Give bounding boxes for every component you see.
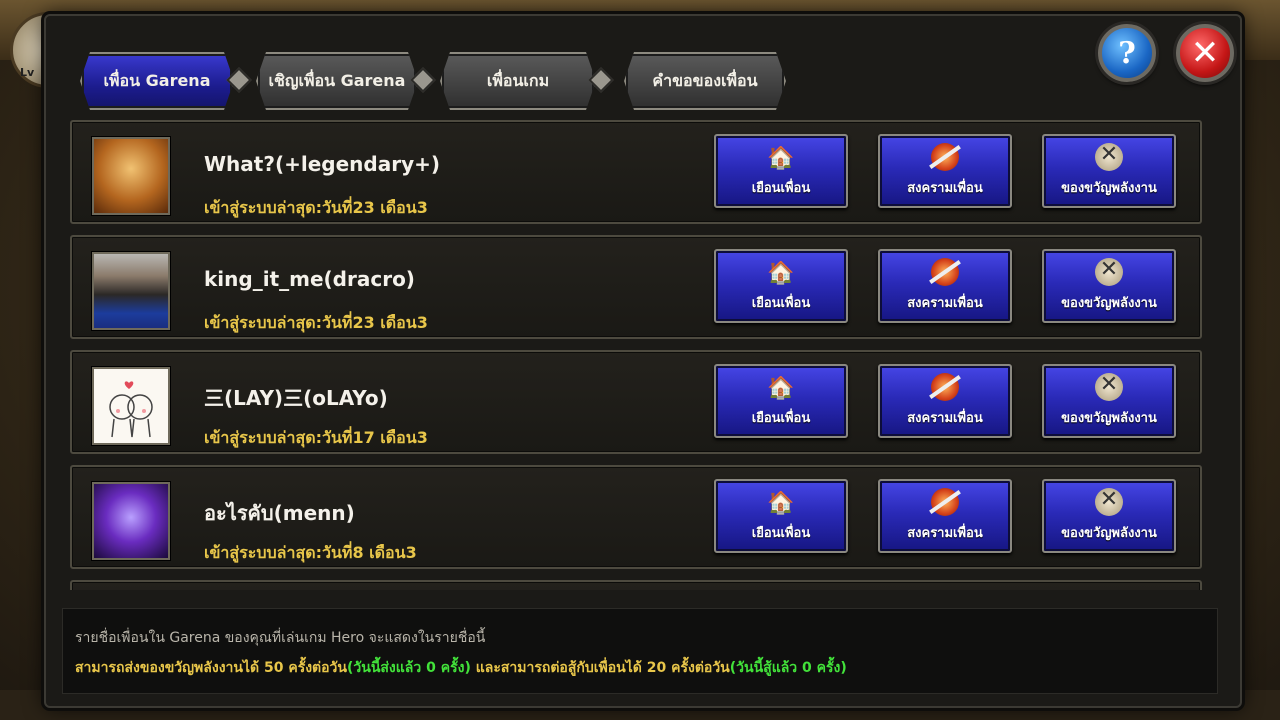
footer-note: รายชื่อเพื่อนใน Garena ของคุณที่เล่นเกม … — [75, 630, 486, 646]
tab-label: เพื่อนเกม — [486, 70, 550, 90]
button-label: สงครามเพื่อน — [907, 411, 983, 426]
button-label: เยือนเพื่อน — [751, 526, 811, 541]
crossed-swords-icon: ✕ — [1095, 488, 1123, 516]
gift-limit-text: สามารถส่งของขวัญพลังงานได้ 50 ครั้งต่อวั… — [75, 660, 347, 676]
last-login-text: เข้าสู่ระบบล่าสุด:วันที่8 เดือน3 — [204, 543, 417, 562]
tab-label: เพื่อน Garena — [103, 70, 211, 90]
friend-name: king_it_me(dracro) — [204, 267, 415, 291]
tab-label: เชิญเพื่อน Garena — [268, 70, 406, 90]
button-label: เยือนเพื่อน — [751, 296, 811, 311]
sword-fire-icon — [931, 373, 959, 401]
button-label: ของขวัญพลังงาน — [1061, 526, 1157, 541]
button-label: เยือนเพื่อน — [751, 411, 811, 426]
friend-war-button[interactable]: สงครามเพื่อน — [878, 479, 1012, 553]
sword-fire-icon — [931, 258, 959, 286]
friend-avatar[interactable] — [92, 252, 170, 330]
fight-count: (วันนี้สู้แล้ว 0 ครั้ง) — [729, 660, 847, 676]
friend-name: อะไรคับ(menn) — [204, 501, 355, 525]
energy-gift-button[interactable]: ✕ ของขวัญพลังงาน — [1042, 479, 1176, 553]
friend-war-button[interactable]: สงครามเพื่อน — [878, 364, 1012, 438]
friend-list[interactable]: What?(+legendary+) เข้าสู่ระบบล่าสุด:วัน… — [70, 118, 1202, 590]
tab-label: คำขอของเพื่อน — [652, 70, 758, 90]
house-icon: 🏠 — [767, 376, 795, 401]
button-label: สงครามเพื่อน — [907, 181, 983, 196]
gift-sent-count: (วันนี้ส่งแล้ว 0 ครั้ง) — [346, 660, 471, 676]
button-label: สงครามเพื่อน — [907, 526, 983, 541]
friend-avatar[interactable] — [92, 482, 170, 560]
cartoon-couple-image — [109, 381, 153, 438]
friend-row: 三(LAY)三(oLAYo) เข้าสู่ระบบล่าสุด:วันที่1… — [70, 350, 1202, 454]
close-icon: ✕ — [1190, 33, 1220, 73]
friend-war-button[interactable]: สงครามเพื่อน — [878, 134, 1012, 208]
last-login-text: เข้าสู่ระบบล่าสุด:วันที่23 เดือน3 — [204, 313, 428, 332]
house-icon: 🏠 — [767, 146, 795, 171]
friend-avatar[interactable] — [92, 137, 170, 215]
visit-friend-button[interactable]: 🏠 เยือนเพื่อน — [714, 364, 848, 438]
visit-friend-button[interactable]: 🏠 เยือนเพื่อน — [714, 249, 848, 323]
tab-game-friends[interactable]: เพื่อนเกม — [440, 52, 596, 110]
crossed-swords-icon: ✕ — [1095, 143, 1123, 171]
tab-friend-requests[interactable]: คำขอของเพื่อน — [624, 52, 786, 110]
house-icon: 🏠 — [767, 491, 795, 516]
level-label: Lv — [20, 66, 35, 79]
sword-fire-icon — [931, 143, 959, 171]
button-label: ของขวัญพลังงาน — [1061, 411, 1157, 426]
visit-friend-button[interactable]: 🏠 เยือนเพื่อน — [714, 134, 848, 208]
tab-garena-friends[interactable]: เพื่อน Garena — [80, 52, 234, 110]
last-login-text: เข้าสู่ระบบล่าสุด:วันที่23 เดือน3 — [204, 198, 428, 217]
button-label: เยือนเพื่อน — [751, 181, 811, 196]
house-icon: 🏠 — [767, 261, 795, 286]
energy-gift-button[interactable]: ✕ ของขวัญพลังงาน — [1042, 134, 1176, 208]
footer-info-panel: รายชื่อเพื่อนใน Garena ของคุณที่เล่นเกม … — [62, 608, 1218, 694]
button-label: ของขวัญพลังงาน — [1061, 296, 1157, 311]
friend-row-partial — [70, 580, 1202, 590]
friend-name: 三(LAY)三(oLAYo) — [204, 386, 388, 410]
sword-fire-icon — [931, 488, 959, 516]
close-button[interactable]: ✕ — [1176, 24, 1234, 82]
friend-name: What?(+legendary+) — [204, 152, 441, 176]
help-button[interactable]: ? — [1098, 24, 1156, 82]
fight-limit-text: และสามารถต่อสู้กับเพื่อนได้ 20 ครั้งต่อว… — [470, 660, 730, 676]
friend-avatar[interactable] — [92, 367, 170, 445]
tab-invite-garena[interactable]: เชิญเพื่อน Garena — [256, 52, 418, 110]
energy-gift-button[interactable]: ✕ ของขวัญพลังงาน — [1042, 249, 1176, 323]
friend-row: อะไรคับ(menn) เข้าสู่ระบบล่าสุด:วันที่8 … — [70, 465, 1202, 569]
last-login-text: เข้าสู่ระบบล่าสุด:วันที่17 เดือน3 — [204, 428, 428, 447]
footer-limits: สามารถส่งของขวัญพลังงานได้ 50 ครั้งต่อวั… — [75, 657, 847, 679]
button-label: สงครามเพื่อน — [907, 296, 983, 311]
question-icon: ? — [1118, 35, 1136, 71]
friend-row: king_it_me(dracro) เข้าสู่ระบบล่าสุด:วัน… — [70, 235, 1202, 339]
friend-row: What?(+legendary+) เข้าสู่ระบบล่าสุด:วัน… — [70, 120, 1202, 224]
crossed-swords-icon: ✕ — [1095, 258, 1123, 286]
friend-war-button[interactable]: สงครามเพื่อน — [878, 249, 1012, 323]
button-label: ของขวัญพลังงาน — [1061, 181, 1157, 196]
crossed-swords-icon: ✕ — [1095, 373, 1123, 401]
visit-friend-button[interactable]: 🏠 เยือนเพื่อน — [714, 479, 848, 553]
energy-gift-button[interactable]: ✕ ของขวัญพลังงาน — [1042, 364, 1176, 438]
